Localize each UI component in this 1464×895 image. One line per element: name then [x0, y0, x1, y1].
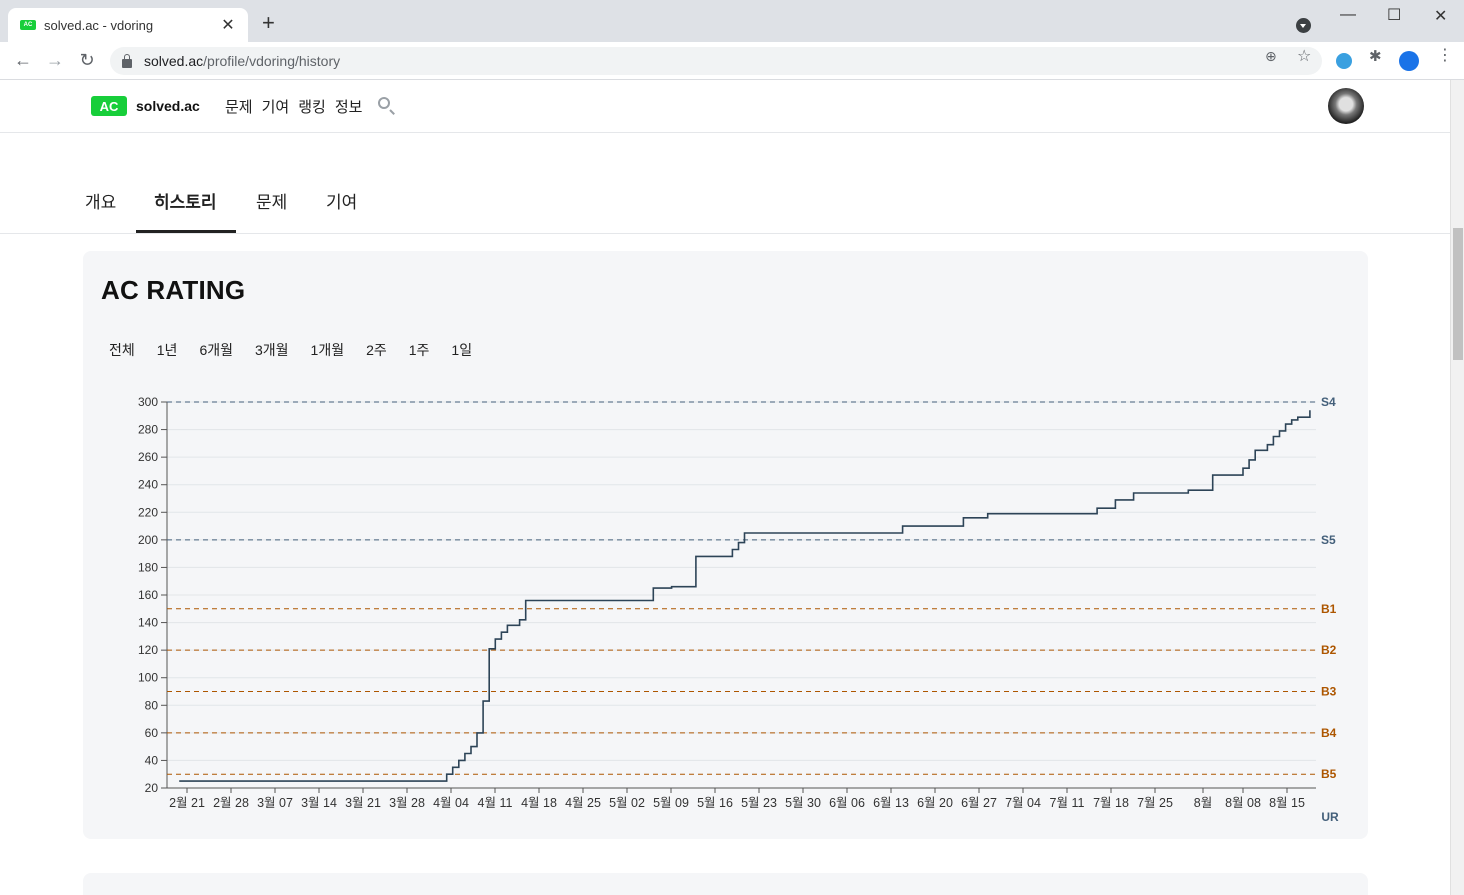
y-tick-label: 180: [138, 560, 158, 574]
search-icon[interactable]: [378, 97, 390, 109]
active-tab-indicator: [136, 230, 236, 233]
scrollbar-thumb[interactable]: [1453, 228, 1463, 360]
browser-menu-icon[interactable]: ⋮: [1437, 45, 1453, 65]
maximize-button[interactable]: ☐: [1387, 5, 1401, 25]
x-tick-label: 2월 28: [213, 796, 249, 810]
y-tick-label: 40: [145, 753, 159, 767]
next-card: [83, 873, 1368, 895]
main-nav: 문제 기여 랭킹 정보: [225, 96, 362, 117]
y-tick-label: 200: [138, 533, 158, 547]
nav-problems[interactable]: 문제: [225, 96, 253, 117]
new-tab-button[interactable]: +: [262, 12, 275, 34]
extension-icon[interactable]: [1336, 53, 1352, 69]
x-tick-label: 4월 25: [565, 796, 601, 810]
tab-overview[interactable]: 개요: [85, 188, 116, 213]
y-tick-label: 240: [138, 478, 158, 492]
x-tick-label: 6월 13: [873, 796, 909, 810]
x-tick-label: 5월 23: [741, 796, 777, 810]
extensions-puzzle-icon[interactable]: ✱: [1369, 47, 1382, 65]
y-tick-label: 160: [138, 588, 158, 602]
profile-menu-icon[interactable]: [1296, 18, 1311, 33]
tab-close-icon[interactable]: ✕: [220, 15, 236, 35]
x-tick-label: 4월 18: [521, 796, 557, 810]
y-tick-label: 120: [138, 643, 158, 657]
x-tick-label: 7월 18: [1093, 796, 1129, 810]
y-tick-label: 140: [138, 616, 158, 630]
x-tick-label: 3월 21: [345, 796, 381, 810]
x-tick-label: 8월: [1194, 796, 1212, 810]
reload-button[interactable]: ↻: [76, 50, 98, 71]
x-tick-label: 7월 25: [1137, 796, 1173, 810]
zoom-icon[interactable]: ⊕: [1265, 48, 1277, 65]
nav-info[interactable]: 정보: [335, 96, 363, 117]
tier-label-b1: B1: [1321, 602, 1337, 616]
x-tick-label: 3월 14: [301, 796, 337, 810]
url-text: solved.ac/profile/vdoring/history: [144, 53, 341, 69]
x-tick-label: 7월 11: [1050, 796, 1085, 810]
x-tick-label: 4월 04: [433, 796, 469, 810]
tier-label-s5: S5: [1321, 533, 1336, 547]
site-header: AC solved.ac 문제 기여 랭킹 정보: [0, 80, 1450, 133]
avatar[interactable]: [1328, 88, 1364, 124]
tier-label-s4: S4: [1321, 395, 1336, 409]
y-tick-label: 220: [138, 505, 158, 519]
lock-icon: [122, 53, 132, 68]
tab-problems[interactable]: 문제: [256, 188, 287, 213]
nav-contrib[interactable]: 기여: [262, 96, 290, 117]
nav-ranking[interactable]: 랭킹: [298, 96, 326, 117]
y-tick-label: 280: [138, 423, 158, 437]
favicon-icon: AC: [20, 20, 36, 30]
x-tick-label: 8월 15: [1269, 796, 1305, 810]
y-tick-label: 60: [145, 726, 159, 740]
tier-label-b5: B5: [1321, 767, 1337, 781]
profile-tabs: 개요 히스토리 문제 기여: [0, 133, 1450, 234]
rating-line: [179, 410, 1311, 782]
y-tick-label: 100: [138, 671, 158, 685]
x-tick-label: 7월 04: [1005, 796, 1041, 810]
y-tick-label: 80: [145, 698, 159, 712]
back-button[interactable]: ←: [12, 50, 34, 71]
window-close-button[interactable]: ✕: [1434, 6, 1447, 26]
x-tick-label: 6월 06: [829, 796, 865, 810]
tab-title: solved.ac - vdoring: [44, 17, 154, 33]
x-tick-label: 5월 16: [697, 796, 733, 810]
x-tick-label: 5월 30: [785, 796, 821, 810]
x-corner-label: UR: [1321, 810, 1339, 824]
account-extension-icon[interactable]: [1399, 51, 1419, 71]
tier-label-b4: B4: [1321, 726, 1337, 740]
x-tick-label: 5월 02: [609, 796, 645, 810]
browser-toolbar: ← → ↻ solved.ac/profile/vdoring/history …: [0, 42, 1464, 80]
tier-label-b3: B3: [1321, 685, 1337, 699]
y-tick-label: 300: [138, 395, 158, 409]
x-tick-label: 4월 11: [478, 796, 513, 810]
bookmark-star-icon[interactable]: ☆: [1297, 46, 1311, 66]
x-tick-label: 6월 20: [917, 796, 953, 810]
x-tick-label: 8월 08: [1225, 796, 1261, 810]
ac-rating-card: AC RATING 전체 1년 6개월 3개월 1개월 2주 1주 1일 20 4…: [83, 251, 1368, 839]
tab-contrib[interactable]: 기여: [326, 188, 357, 213]
browser-tabbar: AC solved.ac - vdoring ✕ + — ☐ ✕: [0, 0, 1464, 42]
tier-label-b2: B2: [1321, 643, 1337, 657]
site-brand[interactable]: solved.ac: [136, 98, 200, 114]
x-tick-label: 3월 07: [257, 796, 293, 810]
rating-chart: 20 40 60 80 100 120 140 160 180 200 220 240 260 280 30…: [138, 395, 1339, 824]
page-scrollbar[interactable]: [1450, 80, 1464, 895]
y-tick-label: 260: [138, 450, 158, 464]
x-tick-label: 3월 28: [389, 796, 425, 810]
tab-history[interactable]: 히스토리: [154, 188, 217, 213]
y-tick-label: 20: [145, 781, 159, 795]
address-bar[interactable]: solved.ac/profile/vdoring/history: [110, 47, 1322, 75]
x-tick-label: 2월 21: [169, 796, 205, 810]
minimize-button[interactable]: —: [1340, 6, 1356, 24]
site-logo[interactable]: AC: [91, 96, 127, 116]
browser-tab[interactable]: AC solved.ac - vdoring ✕: [8, 8, 248, 42]
forward-button[interactable]: →: [44, 50, 66, 71]
x-tick-label: 6월 27: [961, 796, 997, 810]
x-tick-label: 5월 09: [653, 796, 689, 810]
